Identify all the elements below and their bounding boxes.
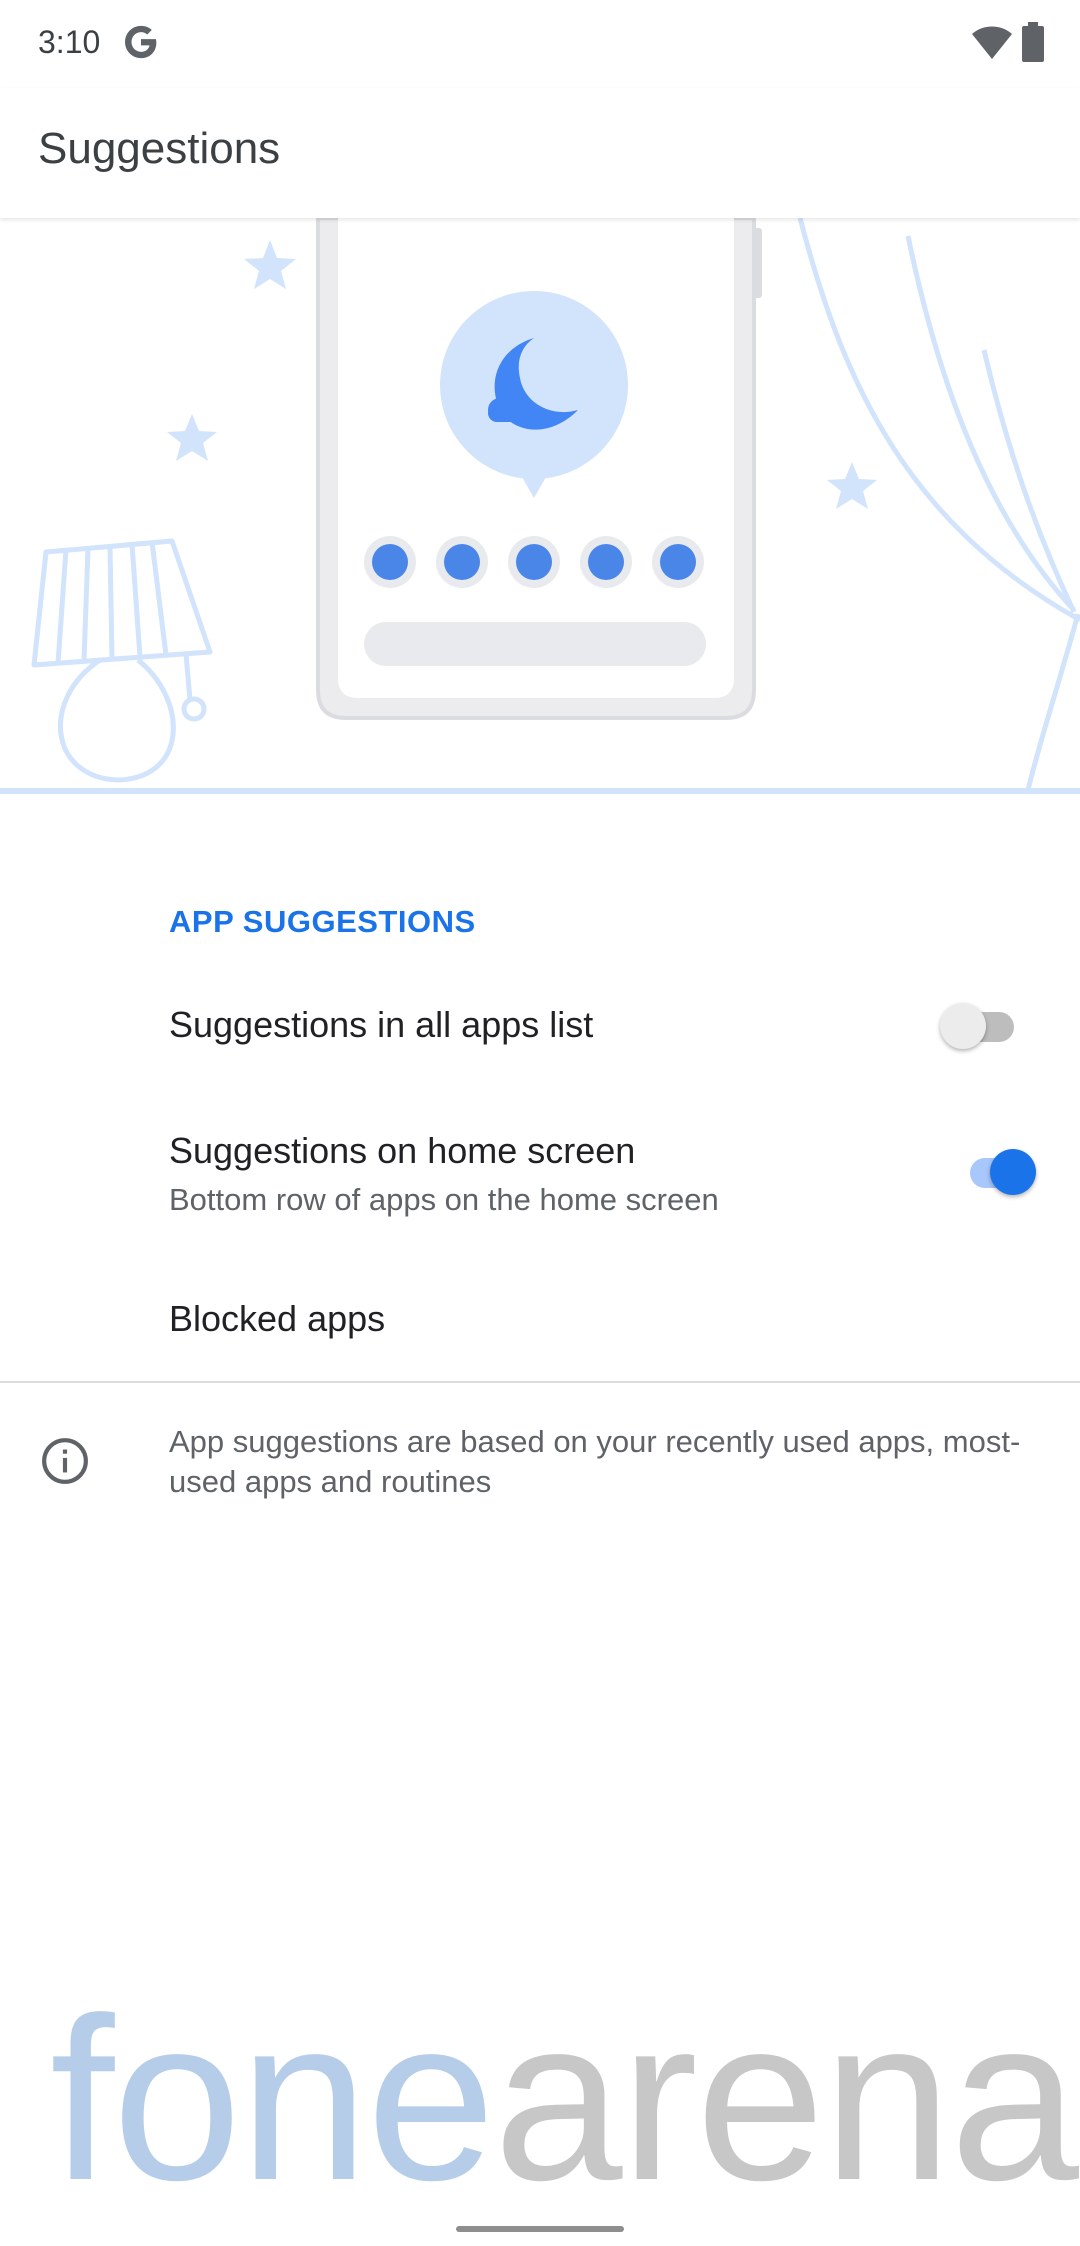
watermark-part2: arena (493, 1970, 1079, 2229)
pref-summary: Bottom row of apps on the home screen (169, 1182, 719, 1217)
switch-thumb (940, 1003, 986, 1049)
page-title: Suggestions (38, 124, 281, 173)
star-icon (244, 240, 296, 289)
info-icon (42, 1438, 88, 1484)
pref-title: Suggestions on home screen (169, 1130, 636, 1171)
suggestions-screen: 3:10 Suggestions APP SUGGESTIONS Suggest… (0, 0, 1080, 2246)
battery-icon (1022, 22, 1044, 62)
watermark: fonearena (50, 1980, 1079, 2220)
phone-illustration (316, 218, 762, 720)
watermark-part1: fone (50, 1970, 496, 2229)
gesture-nav-handle[interactable] (456, 2226, 624, 2232)
app-bar: Suggestions (0, 88, 1080, 218)
pref-blocked-apps[interactable]: Blocked apps (0, 1260, 1080, 1380)
switch-thumb (990, 1149, 1036, 1195)
pref-title: Blocked apps (169, 1298, 386, 1339)
lamp-illustration (31, 538, 213, 783)
pref-suggestions-all-apps[interactable]: Suggestions in all apps list (0, 960, 1080, 1090)
star-icon (167, 414, 217, 461)
pref-title: Suggestions in all apps list (169, 1004, 594, 1045)
divider (0, 1381, 1080, 1383)
wifi-icon (972, 26, 1012, 59)
suggestions-illustration (0, 218, 1080, 794)
status-bar: 3:10 (0, 0, 1080, 88)
footer-info-text: App suggestions are based on your recent… (169, 1424, 1021, 1499)
toggle-suggestions-all-apps[interactable] (940, 998, 1016, 1054)
star-icon (827, 462, 877, 509)
status-time: 3:10 (38, 24, 101, 60)
google-g-icon (125, 25, 157, 59)
toggle-suggestions-home-screen[interactable] (960, 1144, 1036, 1200)
section-header-app-suggestions: APP SUGGESTIONS (169, 904, 476, 939)
pref-suggestions-home-screen[interactable]: Suggestions on home screen Bottom row of… (0, 1090, 1080, 1260)
